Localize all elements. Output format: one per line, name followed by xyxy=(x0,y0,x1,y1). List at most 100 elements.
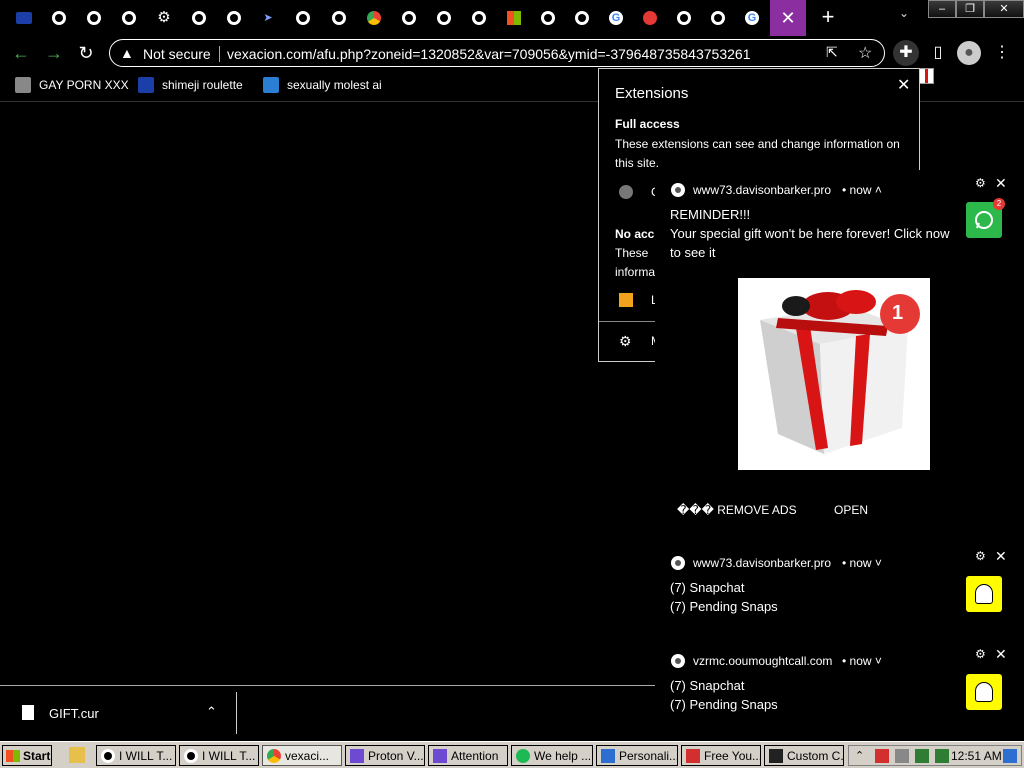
tab-10[interactable] xyxy=(324,4,354,32)
globe-icon xyxy=(296,11,310,25)
volume-icon[interactable] xyxy=(935,748,949,763)
profile-avatar-icon[interactable]: ● xyxy=(957,41,981,65)
notification-site: www73.davisonbarker.pro xyxy=(693,556,832,570)
tab-search-chevron-icon[interactable]: ⌄ xyxy=(892,6,916,20)
tab-12[interactable] xyxy=(394,4,424,32)
menu-kebab-icon[interactable]: ⋮ xyxy=(990,42,1014,62)
side-panel-icon[interactable]: ▯ xyxy=(926,42,950,62)
tab-1[interactable] xyxy=(9,4,39,32)
flag-icon[interactable] xyxy=(875,748,889,763)
notification-snapchat[interactable]: vzrmc.ooumoughtcall.com • now ˅ ⚙ ✕ (7) … xyxy=(655,642,1013,726)
chevron-up-icon[interactable]: ⌃ xyxy=(206,704,217,720)
gift-extension-icon[interactable] xyxy=(918,68,934,84)
tab-2[interactable] xyxy=(44,4,74,32)
bookmark-item[interactable]: shimeji roulette xyxy=(138,77,243,93)
tab-20[interactable] xyxy=(669,4,699,32)
new-tab-button[interactable]: + xyxy=(814,4,842,32)
globe-icon xyxy=(677,11,691,25)
tab-13[interactable] xyxy=(429,4,459,32)
share-icon[interactable]: ⇱ xyxy=(826,44,838,61)
globe-icon xyxy=(437,11,451,25)
notification-time[interactable]: • now ˄ xyxy=(842,183,882,197)
forward-arrow-icon[interactable]: → xyxy=(42,42,66,64)
bookmark-favicon-icon xyxy=(138,77,154,93)
close-icon[interactable]: ✕ xyxy=(995,548,1007,565)
taskbar-button[interactable]: Personali... xyxy=(596,745,678,766)
window-controls: – ❐ ✕ xyxy=(928,0,1024,18)
tab-5[interactable]: ⚙ xyxy=(149,4,179,32)
gear-icon[interactable]: ⚙ xyxy=(975,549,986,563)
security-label[interactable]: Not secure xyxy=(143,46,211,62)
close-icon[interactable]: ✕ xyxy=(995,646,1007,663)
url-text[interactable]: vexacion.com/afu.php?zoneid=1320852&var=… xyxy=(227,46,750,62)
close-window-button[interactable]: ✕ xyxy=(984,0,1024,18)
bookmark-star-icon[interactable]: ☆ xyxy=(858,43,872,63)
tab-6[interactable] xyxy=(184,4,214,32)
notification-snapchat[interactable]: www73.davisonbarker.pro • now ˅ ⚙ ✕ (7) … xyxy=(655,544,1013,628)
desktop-icon[interactable] xyxy=(1003,749,1017,763)
tab-7[interactable] xyxy=(219,4,249,32)
tab-4[interactable] xyxy=(114,4,144,32)
google-icon: G xyxy=(745,11,759,25)
clock[interactable]: 12:51 AM xyxy=(951,749,1002,763)
taskbar-button[interactable]: I WILL T... xyxy=(96,745,176,766)
tab-9[interactable] xyxy=(288,4,318,32)
globe-icon xyxy=(402,11,416,25)
download-filename[interactable]: GIFT.cur xyxy=(49,706,99,721)
start-button[interactable]: Start xyxy=(2,745,52,766)
minimize-button[interactable]: – xyxy=(928,0,956,18)
reload-icon[interactable]: ↻ xyxy=(74,42,98,64)
taskbar-button[interactable]: Free You... xyxy=(681,745,761,766)
folder-icon[interactable] xyxy=(69,747,85,763)
notification-title: (7) Snapchat xyxy=(670,580,745,595)
full-access-heading: Full access xyxy=(615,117,680,131)
taskbar-button[interactable]: Proton V... xyxy=(345,745,425,766)
cursor-icon xyxy=(769,748,783,763)
notification-title: REMINDER!!! xyxy=(670,207,751,222)
tab-3[interactable] xyxy=(79,4,109,32)
open-button[interactable]: OPEN xyxy=(834,503,868,517)
bookmark-item[interactable]: GAY PORN XXX xyxy=(15,77,129,93)
back-arrow-icon[interactable]: ← xyxy=(9,42,33,64)
tab-18[interactable]: G xyxy=(601,4,631,32)
chevron-up-icon[interactable]: ⌃ xyxy=(855,749,869,763)
tab-22[interactable]: G xyxy=(737,4,767,32)
gear-icon[interactable]: ⚙ xyxy=(975,176,986,190)
extensions-puzzle-icon[interactable]: ✚ xyxy=(893,40,919,66)
whatsapp-icon: 2 xyxy=(966,198,1005,238)
notification-time[interactable]: • now ˅ xyxy=(842,654,882,668)
taskbar-button-active[interactable]: vexaci... xyxy=(262,745,342,766)
tab-21[interactable] xyxy=(703,4,733,32)
restore-button[interactable]: ❐ xyxy=(956,0,984,18)
warning-triangle-icon: ▲ xyxy=(120,45,134,61)
tab-19[interactable] xyxy=(635,4,665,32)
gear-icon[interactable]: ⚙ xyxy=(975,647,986,661)
close-icon[interactable]: ✕ xyxy=(995,175,1007,192)
display-settings-icon xyxy=(601,748,615,763)
globe-icon xyxy=(101,748,115,763)
gear-icon: ⚙ xyxy=(157,9,171,26)
address-bar[interactable]: ▲ Not secure vexacion.com/afu.php?zoneid… xyxy=(109,39,885,67)
network-icon[interactable] xyxy=(915,748,929,763)
speaker-icon[interactable] xyxy=(895,748,909,763)
tab-15[interactable] xyxy=(499,4,529,32)
proton-vpn-icon xyxy=(433,748,447,763)
download-bar: GIFT.cur ⌃ xyxy=(0,685,655,740)
bookmark-item[interactable]: sexually molest ai xyxy=(263,77,382,93)
notification-time[interactable]: • now ˅ xyxy=(842,556,882,570)
taskbar-button[interactable]: Custom C... xyxy=(764,745,844,766)
close-icon[interactable]: ✕ xyxy=(897,75,910,95)
chrome-icon xyxy=(367,11,381,25)
active-tab-close-button[interactable]: ✕ xyxy=(770,0,806,36)
notification-gift[interactable]: www73.davisonbarker.pro • now ˄ ⚙ ✕ REMI… xyxy=(655,170,1013,532)
taskbar-button[interactable]: Attention xyxy=(428,745,508,766)
tab-11[interactable] xyxy=(359,4,389,32)
tab-16[interactable] xyxy=(533,4,563,32)
taskbar-button[interactable]: We help ... xyxy=(511,745,593,766)
tab-17[interactable] xyxy=(567,4,597,32)
tab-8[interactable]: ➤ xyxy=(253,4,283,32)
notification-site: vzrmc.ooumoughtcall.com xyxy=(693,654,833,668)
taskbar-button[interactable]: I WILL T... xyxy=(179,745,259,766)
remove-ads-button[interactable]: ��� REMOVE ADS xyxy=(677,503,797,517)
tab-14[interactable] xyxy=(464,4,494,32)
